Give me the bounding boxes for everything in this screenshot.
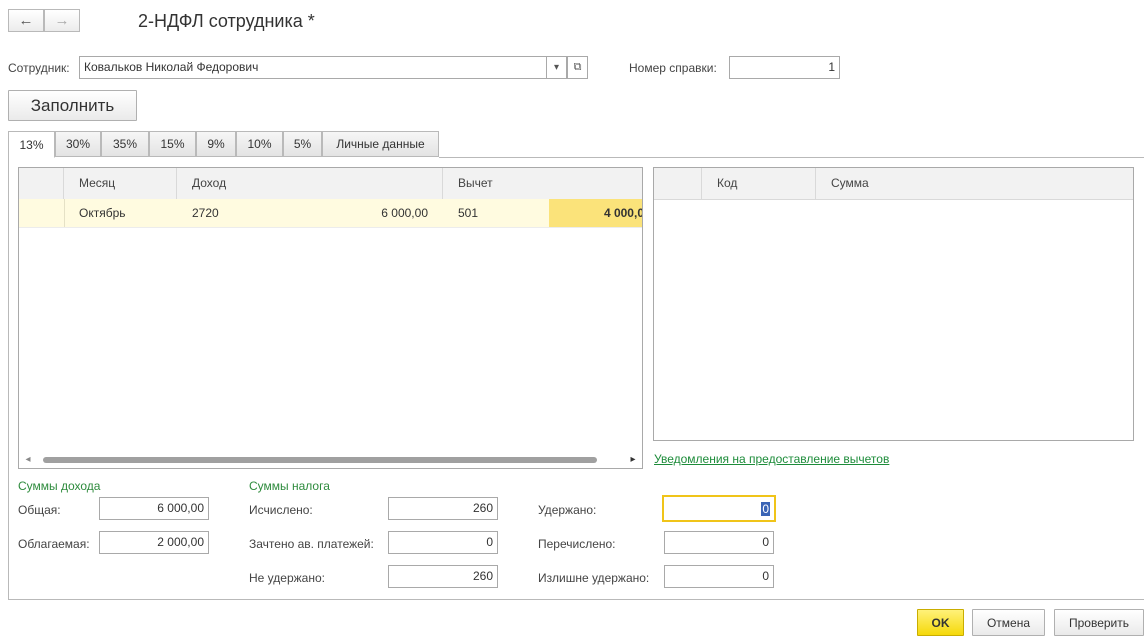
tab-15[interactable]: 15% [149, 131, 196, 157]
arrow-right-icon: → [54, 12, 70, 29]
cell-income-code[interactable]: 2720 [177, 199, 260, 227]
income-table[interactable]: Месяц Доход Вычет Октябрь 2720 6 000,00 … [18, 167, 643, 469]
certificate-number-label: Номер справки: [629, 61, 717, 75]
tab-35[interactable]: 35% [101, 131, 149, 157]
header-index [19, 168, 64, 199]
cell-deduction-amount[interactable]: 4 000,0 [549, 199, 642, 227]
tax-sums-heading: Суммы налога [249, 479, 330, 493]
horizontal-scrollbar-thumb[interactable] [43, 457, 597, 463]
header-code[interactable]: Код [702, 168, 816, 199]
ok-button[interactable]: OK [917, 609, 964, 636]
transferred-label: Перечислено: [538, 537, 616, 551]
withheld-label: Удержано: [538, 503, 597, 517]
tab-30[interactable]: 30% [55, 131, 101, 157]
total-income-field[interactable]: 6 000,00 [99, 497, 209, 520]
chevron-down-icon: ▾ [553, 62, 560, 73]
tab-9[interactable]: 9% [196, 131, 236, 157]
fill-button[interactable]: Заполнить [8, 90, 137, 121]
calculated-label: Исчислено: [249, 503, 313, 517]
cell-month[interactable]: Октябрь [64, 199, 177, 227]
employee-field[interactable]: Ковальков Николай Федорович [79, 56, 547, 79]
notifications-link[interactable]: Уведомления на предоставление вычетов [654, 452, 889, 466]
cancel-button[interactable]: Отмена [972, 609, 1045, 636]
employee-open-button[interactable]: ⧉ [567, 56, 588, 79]
row-index-cell [19, 199, 65, 227]
calculated-field[interactable]: 260 [388, 497, 498, 520]
deductions-table[interactable]: Код Сумма [653, 167, 1134, 441]
arrow-left-icon: ← [18, 12, 34, 29]
deductions-table-header: Код Сумма [654, 168, 1133, 200]
transferred-field[interactable]: 0 [664, 531, 774, 554]
header-month[interactable]: Месяц [64, 168, 177, 199]
page-title: 2-НДФЛ сотрудника * [138, 11, 315, 31]
header-sum[interactable]: Сумма [816, 168, 1133, 199]
tab-5[interactable]: 5% [283, 131, 322, 157]
header-index [654, 168, 702, 199]
not-withheld-field[interactable]: 260 [388, 565, 498, 588]
advance-payments-label: Зачтено ав. платежей: [249, 537, 374, 551]
tab-13[interactable]: 13% [8, 131, 55, 158]
header-income[interactable]: Доход [177, 168, 443, 199]
certificate-number-field[interactable]: 1 [729, 56, 840, 79]
employee-dropdown-button[interactable]: ▾ [546, 56, 567, 79]
not-withheld-label: Не удержано: [249, 571, 325, 585]
overwithheld-label: Излишне удержано: [538, 571, 650, 585]
scroll-left-arrow[interactable]: ◂ [21, 453, 35, 467]
employee-label: Сотрудник: [8, 61, 70, 75]
open-form-icon: ⧉ [573, 61, 582, 73]
advance-payments-field[interactable]: 0 [388, 531, 498, 554]
tab-personal-data[interactable]: Личные данные [322, 131, 439, 157]
taxable-income-field[interactable]: 2 000,00 [99, 531, 209, 554]
scroll-right-arrow[interactable]: ▸ [626, 453, 640, 467]
check-button[interactable]: Проверить [1054, 609, 1144, 636]
back-button[interactable]: ← [8, 9, 44, 32]
income-table-header: Месяц Доход Вычет [19, 168, 642, 200]
income-sums-heading: Суммы дохода [18, 479, 101, 493]
tab-10[interactable]: 10% [236, 131, 283, 157]
total-income-label: Общая: [18, 503, 61, 517]
cell-deduction-code[interactable]: 501 [443, 199, 549, 227]
withheld-value: 0 [761, 502, 770, 516]
cell-income-amount[interactable]: 6 000,00 [260, 199, 443, 227]
forward-button[interactable]: → [44, 9, 80, 32]
overwithheld-field[interactable]: 0 [664, 565, 774, 588]
withheld-field[interactable]: 0 [662, 495, 776, 522]
taxable-income-label: Облагаемая: [18, 537, 90, 551]
header-deduction[interactable]: Вычет [443, 168, 642, 199]
